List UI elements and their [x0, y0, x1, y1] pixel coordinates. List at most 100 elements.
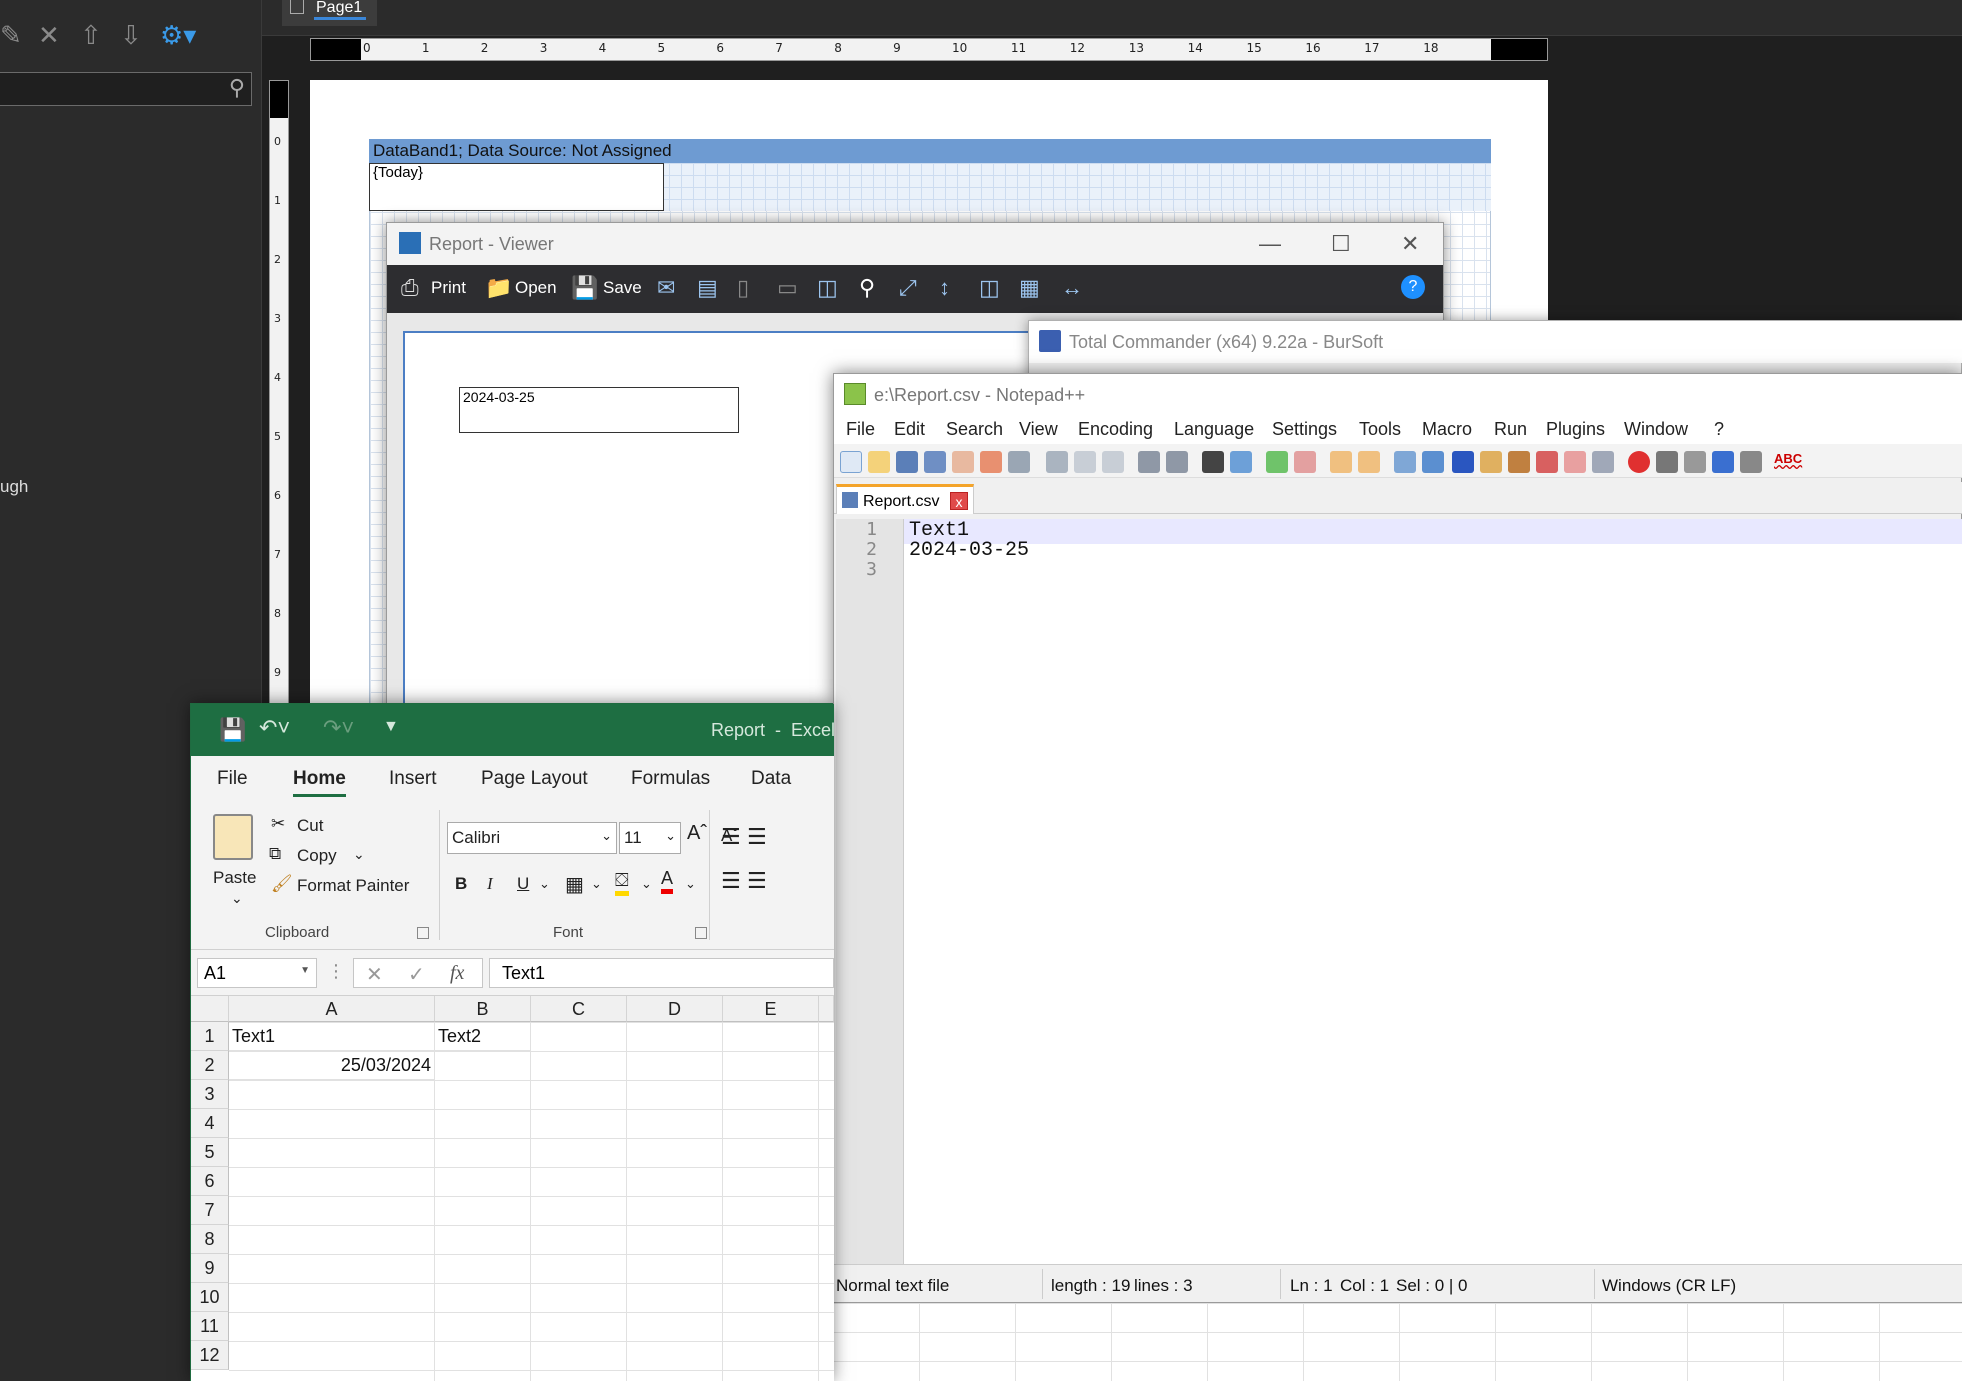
row-header[interactable]: 9	[191, 1254, 229, 1283]
underline-button[interactable]: U	[517, 874, 529, 894]
save-icon[interactable]: 💾	[219, 717, 246, 743]
copy-dropdown-icon[interactable]: ⌄	[353, 846, 365, 863]
tab-formulas[interactable]: Formulas	[631, 768, 710, 790]
save-button[interactable]: Save	[603, 278, 642, 298]
tab-page1[interactable]: Page1	[282, 0, 377, 26]
menu-macro[interactable]: Macro	[1422, 419, 1472, 440]
insert-function-icon[interactable]: fx	[450, 962, 464, 985]
word-wrap-icon[interactable]	[1394, 451, 1416, 473]
folder-workspace-icon[interactable]	[1564, 451, 1586, 473]
menu-settings[interactable]: Settings	[1272, 419, 1337, 440]
open-folder-icon[interactable]: 📁	[485, 275, 512, 301]
menu-plugins[interactable]: Plugins	[1546, 419, 1605, 440]
row-header[interactable]: 6	[191, 1167, 229, 1196]
menu-tools[interactable]: Tools	[1359, 419, 1401, 440]
find-icon[interactable]	[1202, 451, 1224, 473]
zoom-in-icon[interactable]	[1266, 451, 1288, 473]
font-launcher-icon[interactable]	[695, 927, 707, 939]
column-header[interactable]: C	[531, 996, 627, 1022]
row-header[interactable]: 2	[191, 1051, 229, 1080]
record-macro-icon[interactable]	[1628, 451, 1650, 473]
font-size-select[interactable]: 11 ⌄	[619, 822, 681, 854]
format-painter-icon[interactable]: 🖌	[271, 874, 293, 894]
column-header[interactable]: A	[229, 996, 435, 1022]
cancel-icon[interactable]: ✕	[366, 962, 383, 987]
sync-vertical-icon[interactable]	[1330, 451, 1352, 473]
save-macro-icon[interactable]	[1740, 451, 1762, 473]
doc-map-icon[interactable]	[1508, 451, 1530, 473]
close-tab-icon[interactable]: x	[950, 492, 968, 510]
udl-icon[interactable]	[1480, 451, 1502, 473]
align-left-icon[interactable]: ☰	[721, 868, 741, 894]
edit-icon[interactable]: ✎	[0, 20, 22, 51]
borders-dropdown-icon[interactable]: ⌄	[591, 876, 602, 892]
maximize-button[interactable]: ☐	[1331, 231, 1351, 257]
row-header[interactable]: 7	[191, 1196, 229, 1225]
align-center-icon[interactable]: ☰	[747, 868, 767, 894]
page-height-icon[interactable]: ↕	[939, 275, 950, 301]
row-header[interactable]: 5	[191, 1138, 229, 1167]
status-eol[interactable]: Windows (CR LF)	[1602, 1276, 1736, 1296]
row-header[interactable]: 4	[191, 1109, 229, 1138]
column-header[interactable]: E	[723, 996, 819, 1022]
underline-dropdown-icon[interactable]: ⌄	[539, 876, 550, 892]
print-icon[interactable]	[1008, 451, 1030, 473]
zoom-out-icon[interactable]	[1294, 451, 1316, 473]
close-icon[interactable]: ✕	[38, 20, 60, 51]
close-button[interactable]: ✕	[1401, 231, 1419, 257]
code-line[interactable]: 2024-03-25	[909, 539, 1029, 562]
column-header[interactable]: B	[435, 996, 531, 1022]
minimize-button[interactable]: —	[1259, 231, 1281, 257]
row-header[interactable]: 8	[191, 1225, 229, 1254]
indent-guide-icon[interactable]	[1452, 451, 1474, 473]
parameters-icon[interactable]: ▭	[777, 275, 798, 301]
databand-header[interactable]: DataBand1; Data Source: Not Assigned	[369, 139, 1491, 163]
name-box[interactable]: A1 ▼	[197, 958, 317, 988]
spell-check-icon[interactable]: ABC	[1774, 451, 1802, 473]
full-screen-icon[interactable]: ⤢	[899, 275, 917, 301]
paste-button[interactable]: Paste	[213, 868, 256, 888]
select-all-corner[interactable]	[191, 996, 229, 1022]
open-file-icon[interactable]	[868, 451, 890, 473]
copy-icon[interactable]	[1074, 451, 1096, 473]
tab-file[interactable]: File	[217, 768, 248, 790]
run-macro-multiple-icon[interactable]	[1712, 451, 1734, 473]
redo-icon[interactable]	[1166, 451, 1188, 473]
undo-icon[interactable]	[1138, 451, 1160, 473]
menu-help[interactable]: ?	[1714, 419, 1724, 440]
new-file-icon[interactable]	[840, 451, 862, 473]
row-header[interactable]: 3	[191, 1080, 229, 1109]
undo-icon[interactable]: ↶˅	[259, 715, 290, 741]
page-width-icon[interactable]: ↔	[1061, 275, 1083, 301]
row-header[interactable]: 1	[191, 1022, 229, 1051]
close-file-icon[interactable]	[952, 451, 974, 473]
tab-home[interactable]: Home	[293, 768, 346, 797]
bold-button[interactable]: B	[455, 874, 467, 894]
email-icon[interactable]: ✉	[657, 275, 675, 301]
fill-color-icon[interactable]: ⛋	[615, 870, 629, 896]
font-name-select[interactable]: Calibri ⌄	[447, 822, 617, 854]
tab-page-layout[interactable]: Page Layout	[481, 768, 588, 790]
menu-edit[interactable]: Edit	[894, 419, 925, 440]
cell-a1[interactable]: Text1	[229, 1022, 435, 1051]
save-icon[interactable]: 💾	[571, 275, 598, 301]
search-input[interactable]: ⚲	[0, 72, 252, 106]
arrow-down-icon[interactable]: ⇩	[120, 20, 142, 51]
copy-button[interactable]: Copy	[297, 846, 337, 866]
multi-page-icon[interactable]: ▦	[1019, 275, 1040, 301]
play-macro-icon[interactable]	[1684, 451, 1706, 473]
row-header[interactable]: 12	[191, 1341, 229, 1370]
print-icon[interactable]: ⎙	[401, 275, 419, 301]
worksheet-grid[interactable]: A B C D E 1 2 3 4 5 6 7 8 9 10 11 12 Tex…	[191, 996, 834, 1381]
row-header[interactable]: 10	[191, 1283, 229, 1312]
fill-color-dropdown-icon[interactable]: ⌄	[641, 876, 652, 892]
italic-button[interactable]: I	[487, 874, 493, 894]
bookmarks-icon[interactable]: ▤	[697, 275, 718, 301]
align-middle-icon[interactable]: ☰	[747, 824, 767, 850]
two-pages-icon[interactable]: ◫	[979, 275, 1000, 301]
row-header[interactable]: 11	[191, 1312, 229, 1341]
sync-horizontal-icon[interactable]	[1358, 451, 1380, 473]
font-color-dropdown-icon[interactable]: ⌄	[685, 876, 696, 892]
save-all-icon[interactable]	[924, 451, 946, 473]
clipboard-paste-icon[interactable]	[213, 814, 253, 860]
